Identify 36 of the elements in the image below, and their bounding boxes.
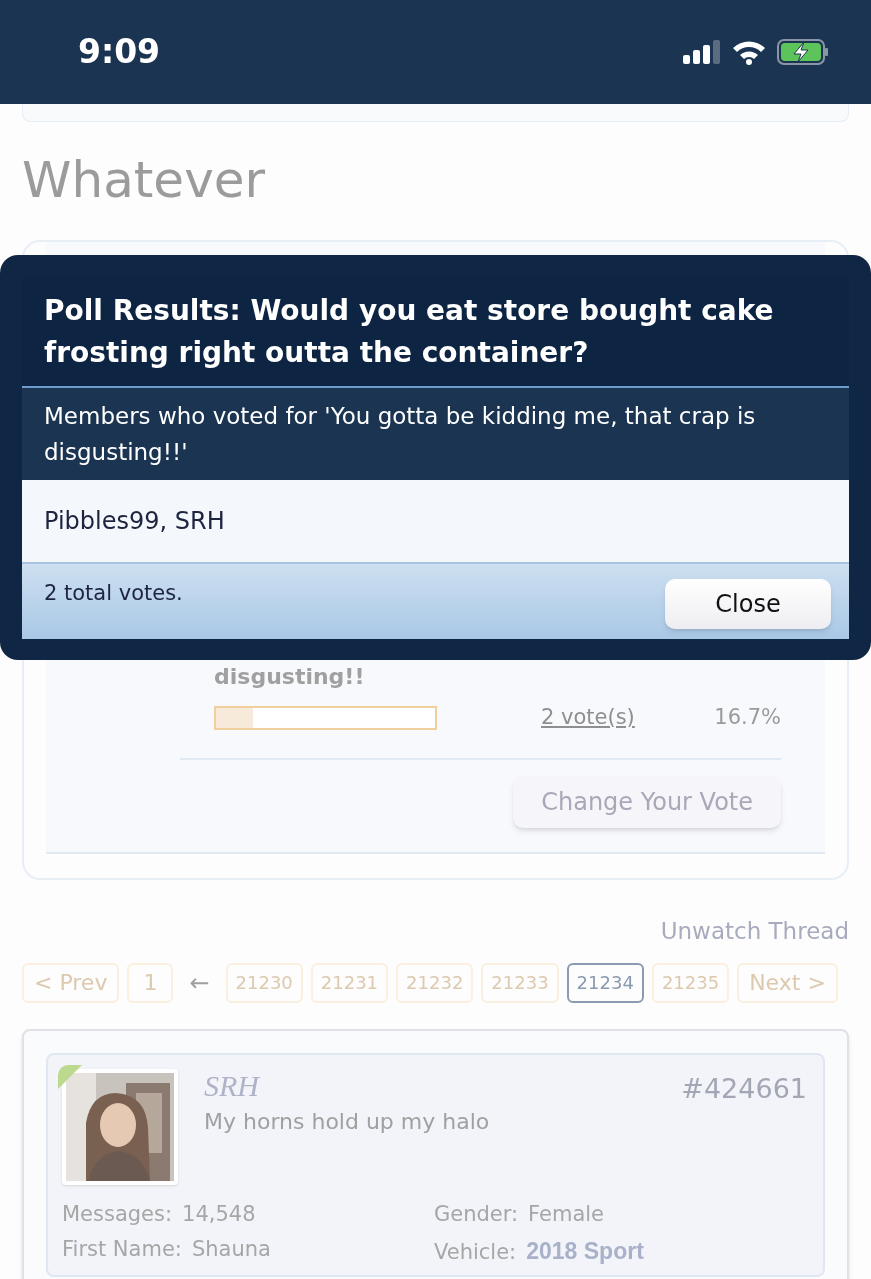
total-votes: 2 total votes. <box>44 579 183 607</box>
field-label: First Name: <box>62 1236 182 1263</box>
field-value: 14,548 <box>182 1200 256 1228</box>
page-button[interactable]: 21231 <box>310 962 389 1003</box>
unwatch-thread-link[interactable]: Unwatch Thread <box>660 914 849 949</box>
voters-list: Pibbles99, SRH <box>44 503 225 539</box>
page-button[interactable]: 21234 <box>566 962 644 1003</box>
user-title: My horns hold up my halo <box>204 1108 491 1136</box>
wifi-icon <box>731 39 767 65</box>
field-value: Female <box>528 1200 605 1228</box>
page-button[interactable]: 1 <box>127 962 174 1003</box>
prev-page-button[interactable]: < Prev <box>22 962 120 1003</box>
page-button[interactable]: 21232 <box>396 962 474 1003</box>
post-number: #424661 <box>681 1071 807 1106</box>
votes-link[interactable]: 2 vote(s) <box>541 702 635 734</box>
dialog-title: Poll Results: Would you eat store bought cake frosting right outta the container? <box>44 293 775 371</box>
page-title: Whatever <box>22 150 267 210</box>
vote-percent: 16.7% <box>714 704 781 731</box>
poll-option-text: disgusting!! <box>213 664 366 690</box>
page-button[interactable]: 21233 <box>481 962 559 1003</box>
field-label: Messages: <box>62 1200 173 1228</box>
close-button[interactable]: Close <box>665 578 831 629</box>
page-gap-arrow: ← <box>189 967 210 999</box>
signal-icon <box>683 40 721 64</box>
field-value: Shauna <box>191 1236 271 1263</box>
dialog-subtitle: Members who voted for 'You gotta be kidding me, that crap is disgusting!!' <box>44 402 757 467</box>
field-label: Vehicle: <box>434 1239 517 1266</box>
next-page-button[interactable]: Next > <box>737 962 838 1003</box>
battery-icon <box>777 39 829 65</box>
username: SRH <box>204 1068 259 1103</box>
page-button[interactable]: 21235 <box>651 962 730 1003</box>
status-time: 9:09 <box>78 31 161 74</box>
page-button[interactable]: 21230 <box>225 962 303 1003</box>
change-vote-button[interactable]: Change Your Vote <box>513 775 781 828</box>
field-value: 2018 Sport <box>526 1237 644 1266</box>
field-label: Gender: <box>434 1200 519 1228</box>
